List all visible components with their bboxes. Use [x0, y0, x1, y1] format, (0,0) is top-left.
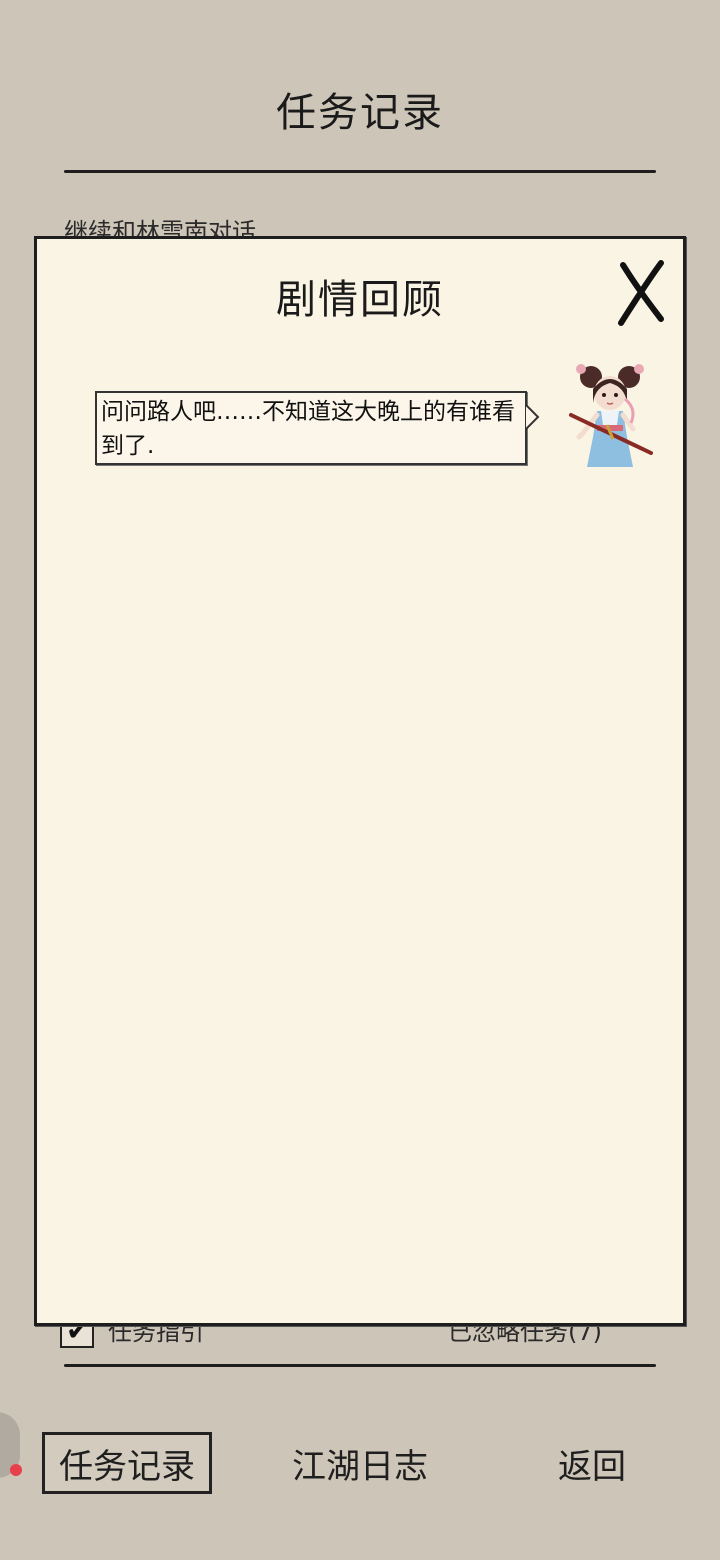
tab-task-records[interactable]: 任务记录 [42, 1432, 212, 1494]
back-button[interactable]: 返回 [552, 1432, 632, 1494]
story-review-dialog: 剧情回顾 问问路人吧……不知道这大晚上的有谁看到了. [34, 236, 686, 1326]
close-button[interactable] [615, 257, 669, 329]
bubble-tail-icon [526, 404, 540, 430]
tab-jianghu-journal[interactable]: 江湖日志 [290, 1432, 430, 1494]
close-x-icon [618, 260, 664, 326]
header-divider [64, 170, 656, 173]
notification-dot [10, 1464, 22, 1476]
dialog-title: 剧情回顾 [276, 277, 444, 323]
dialogue-bubble: 问问路人吧……不知道这大晚上的有谁看到了. [95, 391, 527, 465]
page-title: 任务记录 [276, 90, 444, 136]
character-avatar [569, 364, 653, 467]
footer-divider [64, 1364, 656, 1367]
